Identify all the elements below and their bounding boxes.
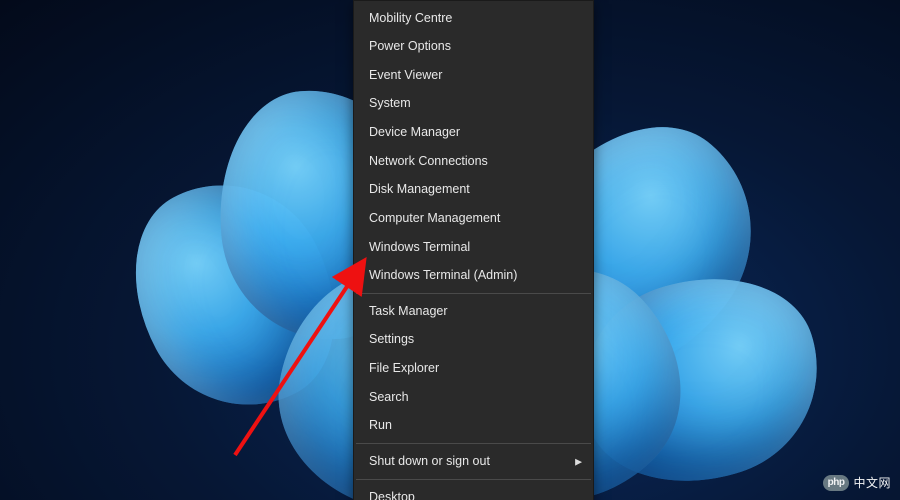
menu-item-computer-management[interactable]: Computer Management — [355, 204, 592, 233]
menu-item-label: Mobility Centre — [369, 11, 452, 25]
menu-item-task-manager[interactable]: Task Manager — [355, 297, 592, 326]
menu-item-label: Windows Terminal (Admin) — [369, 268, 517, 282]
menu-item-label: Settings — [369, 332, 414, 346]
menu-item-search[interactable]: Search — [355, 383, 592, 412]
menu-item-label: Computer Management — [369, 211, 500, 225]
menu-item-shut-down-sign-out[interactable]: Shut down or sign out ▶ — [355, 447, 592, 476]
menu-item-label: System — [369, 96, 411, 110]
menu-item-device-manager[interactable]: Device Manager — [355, 119, 592, 148]
menu-item-system[interactable]: System — [355, 90, 592, 119]
menu-item-mobility-centre[interactable]: Mobility Centre — [355, 4, 592, 33]
menu-item-label: Run — [369, 418, 392, 432]
chevron-right-icon: ▶ — [575, 456, 582, 467]
menu-item-label: Disk Management — [369, 182, 470, 196]
menu-item-event-viewer[interactable]: Event Viewer — [355, 61, 592, 90]
menu-item-label: Network Connections — [369, 154, 488, 168]
menu-item-label: Power Options — [369, 39, 451, 53]
menu-item-file-explorer[interactable]: File Explorer — [355, 355, 592, 384]
menu-item-label: Search — [369, 390, 409, 404]
menu-item-run[interactable]: Run — [355, 412, 592, 441]
menu-item-windows-terminal-admin[interactable]: Windows Terminal (Admin) — [355, 262, 592, 291]
watermark: php 中文网 — [823, 474, 891, 491]
menu-item-label: Desktop — [369, 490, 415, 500]
menu-item-label: Device Manager — [369, 125, 460, 139]
menu-item-disk-management[interactable]: Disk Management — [355, 176, 592, 205]
menu-separator — [356, 443, 591, 444]
menu-item-label: File Explorer — [369, 361, 439, 375]
menu-item-label: Event Viewer — [369, 68, 442, 82]
menu-item-label: Task Manager — [369, 304, 448, 318]
menu-item-settings[interactable]: Settings — [355, 326, 592, 355]
menu-item-label: Shut down or sign out — [369, 454, 490, 468]
menu-separator — [356, 479, 591, 480]
menu-item-windows-terminal[interactable]: Windows Terminal — [355, 233, 592, 262]
menu-item-desktop[interactable]: Desktop — [355, 483, 592, 500]
winx-context-menu: Mobility Centre Power Options Event View… — [353, 0, 594, 500]
menu-separator — [356, 293, 591, 294]
menu-item-power-options[interactable]: Power Options — [355, 33, 592, 62]
menu-item-label: Windows Terminal — [369, 240, 470, 254]
watermark-badge: php — [823, 475, 850, 491]
watermark-text: 中文网 — [853, 474, 891, 491]
menu-item-network-connections[interactable]: Network Connections — [355, 147, 592, 176]
